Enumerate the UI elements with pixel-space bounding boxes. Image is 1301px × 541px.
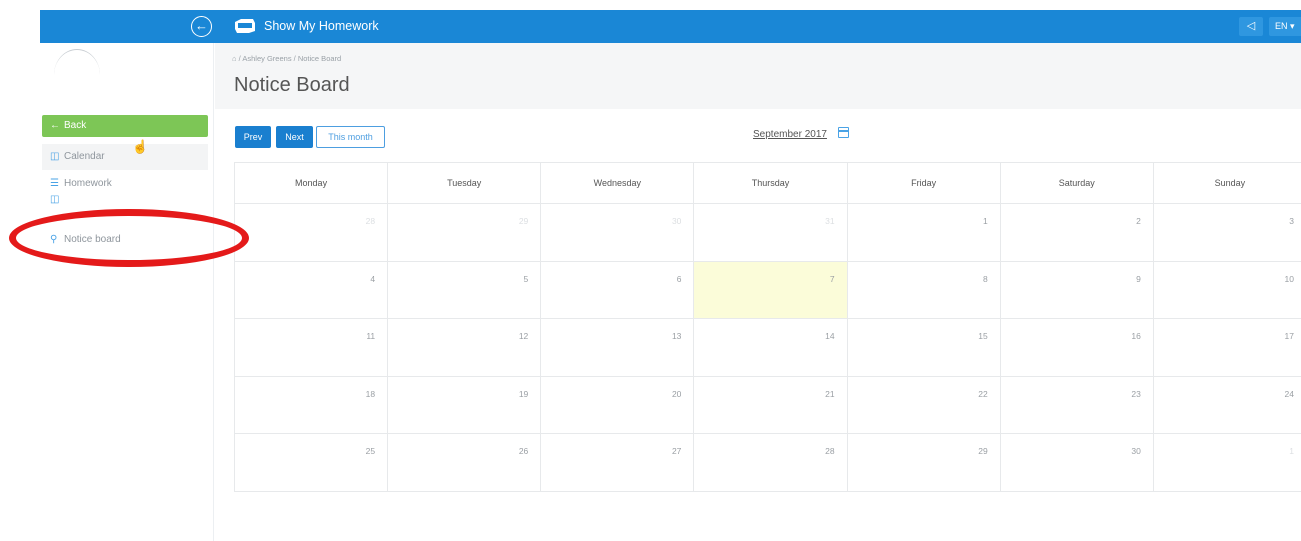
calendar-day[interactable]: 6: [540, 260, 695, 319]
calendar-day[interactable]: 29: [846, 433, 1001, 492]
calendar-day[interactable]: 11: [233, 318, 389, 377]
sidebar-item-label: Notice board: [64, 234, 121, 245]
calendar-day[interactable]: 14: [693, 318, 848, 377]
calendar-week-row: 25 26 27 28 29 30 1: [233, 433, 1301, 492]
calendar-day[interactable]: 28: [693, 433, 848, 492]
calendar-day[interactable]: 22: [846, 375, 1001, 434]
calendar-day[interactable]: 23: [999, 375, 1154, 434]
calendar-day[interactable]: 27: [540, 433, 695, 492]
avatar: [54, 49, 100, 101]
app-title: Show My Homework: [264, 19, 379, 33]
calendar-grid: Monday Tuesday Wednesday Thursday Friday Satu…: [233, 162, 1301, 492]
calendar-week-row: 28 29 30 31 1 2 3: [233, 203, 1301, 262]
next-button[interactable]: Next: [276, 126, 313, 148]
breadcrumb: ⌂ / Ashley Greens / Notice Board: [232, 54, 342, 63]
sidebar: ← Back ◫ Calendar ☝ ☰ Homework ◫ ⚲ Notice bo…: [40, 43, 214, 541]
breadcrumb-link-user[interactable]: Ashley Greens: [242, 54, 291, 63]
calendar-day[interactable]: 10: [1152, 260, 1301, 319]
calendar-week-row: 18 19 20 21 22 23 24: [233, 375, 1301, 434]
calendar-day[interactable]: 25: [233, 433, 389, 492]
calendar-day[interactable]: 4: [233, 260, 389, 319]
weekday-header: Tuesday: [387, 162, 542, 204]
sidebar-item-back[interactable]: ← Back: [42, 115, 208, 137]
hand-cursor-icon: ☝: [132, 139, 149, 154]
calendar-day[interactable]: 1: [1152, 433, 1301, 492]
calendar-icon: ◫: [50, 195, 60, 205]
sidebar-item-label: Calendar: [64, 151, 105, 162]
top-bar: ← Show My Homework ◁ EN ▾: [40, 10, 1301, 43]
calendar-icon[interactable]: [838, 127, 849, 138]
calendar-week-row: 4 5 6 7 8 9 10: [233, 260, 1301, 319]
page-title: Notice Board: [234, 74, 350, 96]
weekday-header: Sunday: [1152, 162, 1301, 204]
calendar-day[interactable]: 18: [233, 375, 389, 434]
page-header: ⌂ / Ashley Greens / Notice Board Notice …: [215, 43, 1301, 109]
sidebar-item-homework[interactable]: ☰ Homework: [42, 173, 208, 195]
calendar-day[interactable]: 15: [846, 318, 1001, 377]
sidebar-item-notice-board[interactable]: ⚲ Notice board: [42, 229, 208, 251]
weekday-header-row: Monday Tuesday Wednesday Thursday Friday Satu…: [233, 162, 1301, 204]
sidebar-item-partial[interactable]: ◫: [42, 195, 208, 205]
calendar-icon: ◫: [50, 151, 60, 162]
calendar-day[interactable]: 21: [693, 375, 848, 434]
calendar-day[interactable]: 13: [540, 318, 695, 377]
logo-icon: [235, 19, 255, 33]
calendar-day[interactable]: 9: [999, 260, 1154, 319]
sidebar-item-label: Homework: [64, 178, 112, 189]
calendar-day[interactable]: 30: [540, 203, 695, 262]
calendar-day[interactable]: 3: [1152, 203, 1301, 262]
home-icon[interactable]: ⌂: [232, 54, 237, 63]
calendar-table: Monday Tuesday Wednesday Thursday Friday Satu…: [233, 162, 1301, 492]
calendar-day[interactable]: 17: [1152, 318, 1301, 377]
sidebar-item-label: Back: [64, 120, 87, 131]
calendar-day[interactable]: 24: [1152, 375, 1301, 434]
calendar-day[interactable]: 29: [387, 203, 542, 262]
calendar-day[interactable]: 5: [387, 260, 542, 319]
language-selector[interactable]: EN ▾: [1269, 17, 1301, 36]
prev-button[interactable]: Prev: [235, 126, 271, 148]
calendar-day-today[interactable]: 7: [693, 260, 848, 319]
sidebar-item-calendar[interactable]: ◫ Calendar: [42, 144, 208, 170]
breadcrumb-current: Notice Board: [297, 54, 342, 63]
calendar-day[interactable]: 26: [387, 433, 542, 492]
month-label: September 2017: [753, 129, 827, 140]
calendar-day[interactable]: 28: [233, 203, 389, 262]
pin-icon: ⚲: [50, 234, 58, 245]
calendar-day[interactable]: 31: [693, 203, 848, 262]
arrow-left-icon: ←: [50, 120, 60, 131]
calendar-week-row: 11 12 13 14 15 16 17: [233, 318, 1301, 377]
calendar-day[interactable]: 20: [540, 375, 695, 434]
weekday-header: Wednesday: [540, 162, 695, 204]
calendar-day[interactable]: 19: [387, 375, 542, 434]
calendar-day[interactable]: 12: [387, 318, 542, 377]
weekday-header: Saturday: [999, 162, 1154, 204]
megaphone-icon[interactable]: ◁: [1239, 17, 1263, 36]
calendar-day[interactable]: 16: [999, 318, 1154, 377]
calendar-day[interactable]: 30: [999, 433, 1154, 492]
list-icon: ☰: [50, 178, 59, 189]
calendar-day[interactable]: 2: [999, 203, 1154, 262]
weekday-header: Thursday: [693, 162, 848, 204]
weekday-header: Friday: [846, 162, 1001, 204]
arrow-left-icon[interactable]: ←: [191, 16, 212, 37]
calendar-body: 28 29 30 31 1 2 3 4 5 6 7 8 9 10 11 12 13 14 15 16 17 18 19 20 2…: [233, 203, 1301, 492]
calendar-day[interactable]: 1: [846, 203, 1001, 262]
calendar-day[interactable]: 8: [846, 260, 1001, 319]
weekday-header: Monday: [233, 162, 389, 204]
this-month-button[interactable]: This month: [316, 126, 385, 148]
